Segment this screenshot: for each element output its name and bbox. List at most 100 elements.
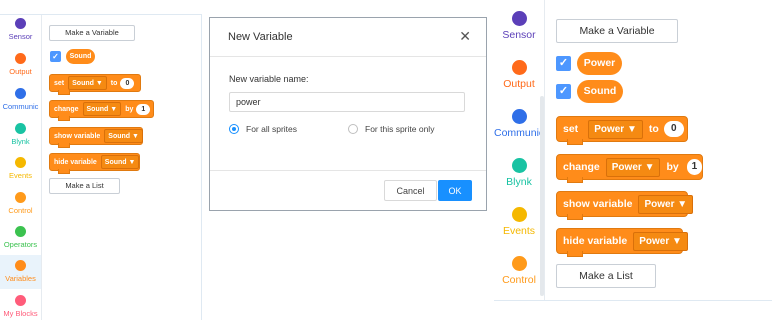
sensor-dot-icon — [15, 18, 26, 29]
show-variable-block[interactable]: show variable Power ▼ — [556, 191, 694, 220]
category-blynk[interactable]: Blynk — [0, 123, 41, 146]
sound-checkbox[interactable]: ✓ — [50, 51, 61, 62]
chevron-down-icon: ▼ — [626, 123, 637, 135]
category-output[interactable]: Output — [0, 53, 41, 76]
close-icon[interactable]: ✕ — [459, 28, 471, 45]
category-label: My Blocks — [3, 309, 38, 318]
make-variable-button[interactable]: Make a Variable — [49, 25, 135, 41]
power-variable-reporter[interactable]: Power — [577, 52, 622, 75]
chevron-down-icon: ▼ — [132, 132, 139, 140]
variable-name-input[interactable] — [229, 92, 465, 112]
make-variable-button[interactable]: Make a Variable — [556, 19, 678, 43]
block-text: by — [666, 161, 679, 173]
block-text: show variable — [563, 198, 633, 210]
dropdown-value: Sound — [86, 105, 109, 113]
set-variable-block[interactable]: set Power ▼ to 0 — [556, 116, 688, 145]
make-list-button[interactable]: Make a List — [49, 178, 120, 194]
category-communication[interactable]: Communic — [494, 109, 544, 139]
block-notch — [567, 139, 583, 145]
block-notch — [58, 143, 70, 148]
variable-dropdown[interactable]: Sound ▼ — [68, 76, 107, 90]
make-list-button[interactable]: Make a List — [556, 264, 656, 288]
category-column: Sensor Output Communic Blynk Events Cont… — [0, 15, 42, 320]
events-dot-icon — [511, 207, 527, 222]
communication-dot-icon — [15, 88, 26, 99]
hide-variable-block[interactable]: hide variable Power ▼ — [556, 228, 688, 257]
variable-dropdown[interactable]: Sound ▼ — [100, 155, 140, 169]
power-checkbox[interactable]: ✓ — [556, 56, 571, 71]
output-dot-icon — [511, 60, 527, 75]
variable-dropdown[interactable]: Sound ▼ — [104, 129, 143, 143]
category-label: Blynk — [11, 137, 30, 146]
block-notch — [567, 177, 583, 183]
radio-unselected-icon — [348, 124, 358, 134]
value-input[interactable]: 0 — [663, 121, 684, 137]
cancel-button[interactable]: Cancel — [384, 180, 437, 201]
value-input[interactable]: 1 — [686, 159, 702, 175]
block-text: set — [563, 123, 579, 135]
category-label: Events — [9, 171, 32, 180]
control-dot-icon — [511, 256, 527, 271]
variable-name-label: New variable name: — [229, 74, 309, 84]
category-control[interactable]: Control — [494, 256, 544, 286]
block-text: hide variable — [54, 158, 97, 166]
dropdown-value: Sound — [108, 132, 131, 140]
show-variable-block[interactable]: show variable Sound ▼ — [49, 127, 143, 148]
variables-dot-icon — [15, 260, 26, 271]
category-events[interactable]: Events — [0, 157, 41, 180]
divider — [210, 56, 486, 57]
variable-dropdown[interactable]: Power ▼ — [588, 119, 643, 139]
block-text: change — [563, 161, 600, 173]
category-label: Control — [502, 274, 536, 286]
my-blocks-dot-icon — [15, 295, 26, 306]
chevron-down-icon: ▼ — [677, 198, 688, 210]
value-input[interactable]: 0 — [120, 77, 135, 89]
category-communication[interactable]: Communic — [0, 88, 41, 111]
block-notch — [58, 116, 70, 121]
sound-checkbox[interactable]: ✓ — [556, 84, 571, 99]
radio-label: For this sprite only — [365, 124, 435, 134]
category-sensor[interactable]: Sensor — [494, 11, 544, 41]
radio-this-sprite[interactable]: For this sprite only — [348, 124, 434, 134]
chevron-down-icon: ▼ — [95, 79, 103, 87]
radio-selected-icon — [229, 124, 239, 134]
divider — [210, 170, 486, 171]
hide-variable-block[interactable]: hide variable Sound ▼ — [49, 153, 140, 174]
value-input[interactable]: 1 — [136, 103, 151, 115]
events-dot-icon — [15, 157, 26, 168]
sensor-dot-icon — [511, 11, 527, 26]
category-operators[interactable]: Operators — [0, 226, 41, 249]
sound-variable-reporter[interactable]: Sound — [577, 80, 623, 103]
category-control[interactable]: Control — [0, 192, 41, 215]
operators-dot-icon — [15, 226, 26, 237]
ok-button[interactable]: OK — [438, 180, 472, 201]
variable-dropdown[interactable]: Power ▼ — [633, 231, 688, 251]
block-text: to — [648, 123, 659, 135]
category-events[interactable]: Events — [494, 207, 544, 237]
chevron-down-icon: ▼ — [110, 105, 118, 113]
category-blynk[interactable]: Blynk — [494, 158, 544, 188]
output-dot-icon — [15, 53, 26, 64]
chevron-down-icon: ▼ — [644, 161, 655, 173]
block-text: show variable — [54, 132, 101, 140]
category-label: Operators — [3, 240, 38, 249]
variable-dropdown[interactable]: Power ▼ — [605, 157, 661, 177]
variable-dropdown[interactable]: Sound ▼ — [82, 102, 122, 116]
chevron-down-icon: ▼ — [672, 235, 682, 247]
change-variable-block[interactable]: change Power ▼ by 1 — [556, 154, 703, 183]
category-variables[interactable]: Variables — [0, 255, 41, 289]
category-sensor[interactable]: Sensor — [0, 18, 41, 41]
sound-variable-reporter[interactable]: Sound — [66, 49, 95, 64]
category-label: Sensor — [502, 29, 536, 41]
set-variable-block[interactable]: set Sound ▼ to 0 — [49, 74, 141, 95]
category-output[interactable]: Output — [494, 60, 544, 90]
variable-dropdown[interactable]: Power ▼ — [638, 194, 694, 214]
category-scrollbar[interactable] — [540, 96, 544, 296]
change-variable-block[interactable]: change Sound ▼ by 1 — [49, 100, 154, 121]
new-variable-dialog: New Variable ✕ New variable name: For al… — [209, 17, 487, 211]
category-my-blocks[interactable]: My Blocks — [0, 295, 41, 318]
radio-all-sprites[interactable]: For all sprites — [229, 124, 297, 134]
block-notch — [567, 214, 583, 220]
category-label: Output — [9, 67, 32, 76]
dropdown-value: Power — [611, 161, 642, 173]
